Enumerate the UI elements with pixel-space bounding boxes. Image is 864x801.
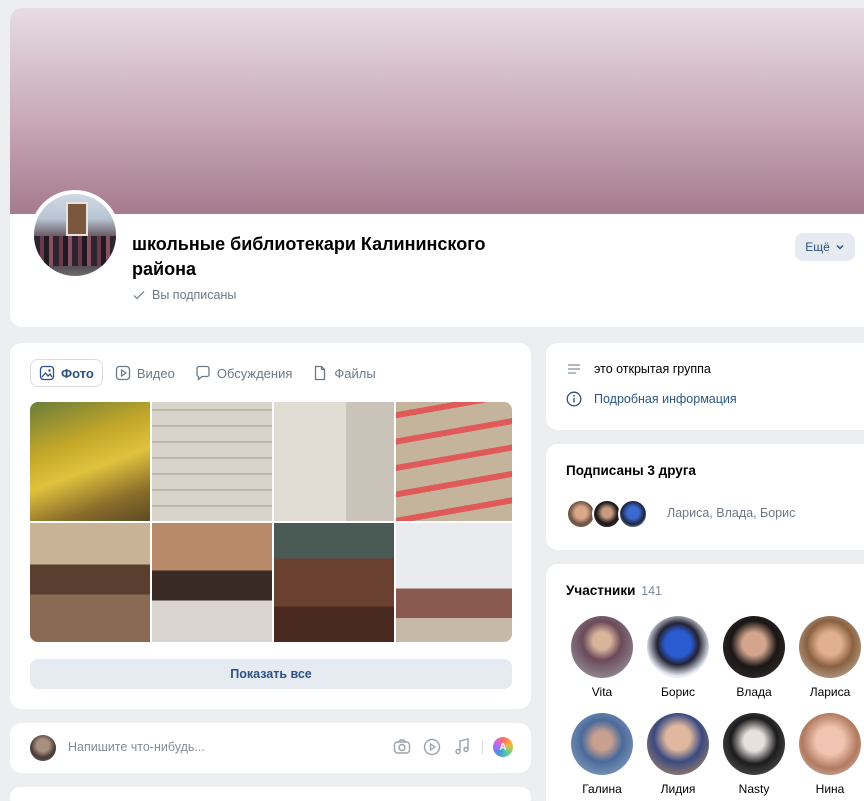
tab-video[interactable]: Видео xyxy=(107,359,183,387)
feed-card xyxy=(10,787,531,801)
avatar xyxy=(647,616,709,678)
photo-thumbnail[interactable] xyxy=(152,523,272,642)
member-item[interactable]: Нина xyxy=(792,713,864,796)
divider xyxy=(482,740,483,754)
group-info-card: это открытая группа Подробная информация xyxy=(546,343,864,430)
tab-discussions[interactable]: Обсуждения xyxy=(187,359,301,387)
member-item[interactable]: Vita xyxy=(564,616,640,699)
member-name: Vita xyxy=(591,685,613,699)
member-name: Лариса xyxy=(809,685,851,699)
more-label: Ещё xyxy=(805,240,830,254)
member-item[interactable]: Лариса xyxy=(792,616,864,699)
check-icon xyxy=(133,291,145,300)
photo-thumbnail[interactable] xyxy=(30,402,150,521)
members-grid: Vita Борис Влада Лариса Галина Лидия Nas… xyxy=(564,616,864,796)
open-group-row: это открытая группа xyxy=(566,361,711,377)
photo-thumbnail[interactable] xyxy=(396,402,512,521)
photo-grid xyxy=(30,402,512,642)
photo-thumbnail[interactable] xyxy=(152,402,272,521)
photo-thumbnail[interactable] xyxy=(396,523,512,642)
ai-assistant-icon[interactable]: A xyxy=(493,737,513,757)
list-icon xyxy=(568,364,580,374)
camera-icon[interactable] xyxy=(392,737,412,757)
photo-thumbnail[interactable] xyxy=(274,523,394,642)
file-icon xyxy=(315,365,326,381)
members-title-label: Участники xyxy=(566,583,636,598)
open-group-text: это открытая группа xyxy=(594,362,711,376)
friends-title[interactable]: Подписаны 3 друга xyxy=(566,463,696,478)
avatar xyxy=(571,616,633,678)
members-count: 141 xyxy=(641,584,662,598)
avatar xyxy=(799,713,861,775)
media-tabs: Фото Видео Обсуждения Файлы xyxy=(30,359,384,387)
tab-files-label: Файлы xyxy=(334,365,376,381)
member-name: Лидия xyxy=(660,782,696,796)
friends-avatars[interactable] xyxy=(566,499,648,529)
media-card: Фото Видео Обсуждения Файлы Показать все xyxy=(10,343,531,709)
photo-icon xyxy=(39,365,55,381)
member-item[interactable]: Лидия xyxy=(640,713,716,796)
chevron-down-icon xyxy=(836,244,844,250)
details-link-text: Подробная информация xyxy=(594,392,737,406)
member-name: Борис xyxy=(661,685,695,699)
members-card: Участники 141 Vita Борис Влада Лариса Га… xyxy=(546,564,864,801)
post-input[interactable]: Напишите что-нибудь... xyxy=(68,740,205,754)
tab-video-label: Видео xyxy=(136,365,175,381)
discussion-icon xyxy=(196,365,210,381)
avatar[interactable] xyxy=(30,735,56,761)
tab-files[interactable]: Файлы xyxy=(304,359,383,387)
avatar xyxy=(723,616,785,678)
tab-discussions-label: Обсуждения xyxy=(216,365,293,381)
music-icon[interactable] xyxy=(452,737,472,757)
group-title: школьные библиотекари Калининского район… xyxy=(132,234,486,279)
member-item[interactable]: Борис xyxy=(640,616,716,699)
member-name: Nasty xyxy=(738,782,770,796)
video-play-icon[interactable] xyxy=(422,737,442,757)
member-name: Галина xyxy=(582,782,622,796)
avatar xyxy=(571,713,633,775)
member-item[interactable]: Галина xyxy=(564,713,640,796)
members-title[interactable]: Участники 141 xyxy=(566,583,662,598)
subscribed-status[interactable]: Вы подписаны xyxy=(132,288,236,302)
avatar xyxy=(647,713,709,775)
info-icon xyxy=(566,391,582,407)
more-button[interactable]: Ещё xyxy=(795,233,855,261)
member-item[interactable]: Nasty xyxy=(716,713,792,796)
member-name: Нина xyxy=(815,782,845,796)
photo-thumbnail[interactable] xyxy=(30,523,150,642)
show-all-button[interactable]: Показать все xyxy=(30,659,512,689)
avatar xyxy=(723,713,785,775)
member-item[interactable]: Влада xyxy=(716,616,792,699)
group-avatar[interactable] xyxy=(30,190,120,280)
post-attachments: A xyxy=(392,737,513,757)
video-icon xyxy=(115,365,131,381)
group-cover xyxy=(10,8,864,214)
subscribed-label: Вы подписаны xyxy=(152,288,237,302)
avatar[interactable] xyxy=(618,499,648,529)
friends-card: Подписаны 3 друга Лариса, Влада, Борис xyxy=(546,444,864,550)
avatar xyxy=(799,616,861,678)
details-link[interactable]: Подробная информация xyxy=(566,391,737,407)
photo-thumbnail[interactable] xyxy=(274,402,394,521)
friends-names: Лариса, Влада, Борис xyxy=(667,506,796,520)
tab-photo-label: Фото xyxy=(61,365,94,381)
post-composer: Напишите что-нибудь... A xyxy=(10,723,531,773)
tab-photo[interactable]: Фото xyxy=(30,359,103,387)
member-name: Влада xyxy=(736,685,772,699)
